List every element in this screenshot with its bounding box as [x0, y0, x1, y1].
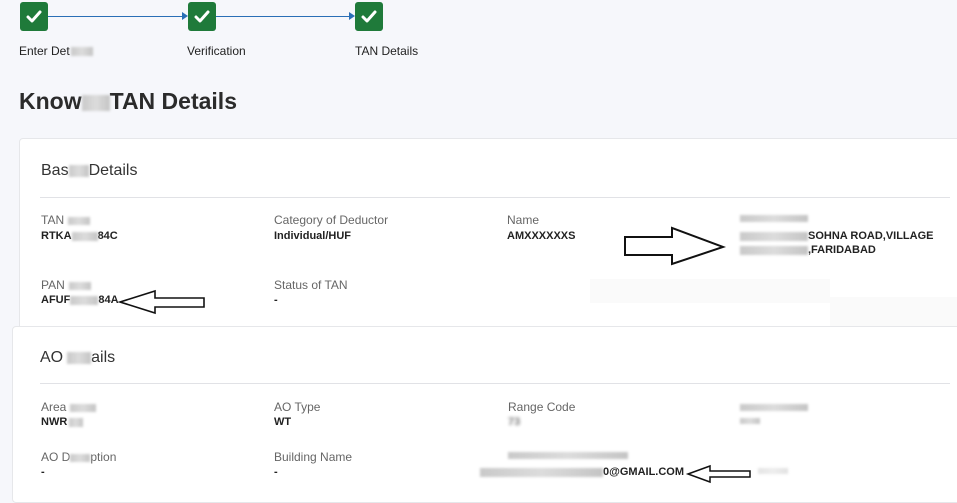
page-title: Know TAN Details [19, 88, 237, 114]
area-value: NWR [41, 416, 84, 428]
progress-stepper: Enter Det Verification TAN Details [0, 0, 957, 66]
step-label-enter-details: Enter Det [19, 44, 93, 58]
section-divider [40, 197, 950, 198]
building-name-label: Building Name [274, 450, 353, 464]
range-code-value: 73 [508, 416, 521, 428]
redaction [70, 453, 91, 462]
left-outline-arrow-icon [685, 464, 751, 484]
redaction [70, 47, 93, 57]
redaction [68, 281, 91, 290]
redaction [740, 231, 808, 241]
ao-details-heading: AO ails [40, 349, 116, 366]
step-2-complete-indicator [188, 2, 216, 31]
step-3-complete-indicator [355, 2, 383, 31]
range-code-label: Range Code [508, 400, 576, 414]
tan-label: TAN [41, 213, 91, 227]
redaction [81, 94, 110, 111]
step-label-tan-details: TAN Details [355, 44, 419, 58]
redaction [70, 403, 97, 412]
ao-type-value: WT [274, 416, 292, 428]
redaction [68, 216, 91, 225]
redaction [740, 245, 808, 255]
ao-details-card: AO ails Area NWR AO Type WT Range Code 73… [12, 326, 957, 503]
field-label-redaction [740, 404, 808, 411]
category-value: Individual/HUF [274, 230, 351, 242]
check-icon [194, 10, 210, 22]
step-connector-1 [48, 16, 184, 17]
redaction [71, 231, 98, 241]
ao-description-value: - [41, 466, 45, 478]
email-value: 0@GMAIL.COM [480, 466, 684, 478]
email-label-redaction [508, 452, 628, 459]
step-label-verification: Verification [187, 44, 246, 58]
right-outline-arrow-icon [624, 226, 727, 266]
name-value: AMXXXXXXS [507, 230, 576, 242]
step-1-complete-indicator [20, 2, 48, 31]
address-line-1: SOHNA ROAD,VILLAGE [740, 230, 934, 242]
check-icon [26, 10, 42, 22]
cropped-overlay [830, 297, 957, 327]
status-value: - [274, 294, 278, 306]
redaction [480, 467, 603, 477]
pan-value: AFUF 84A [41, 294, 119, 306]
redaction [70, 295, 99, 305]
redaction [69, 417, 84, 427]
ao-description-label: AO Dption [41, 450, 117, 464]
building-name-value: - [274, 466, 278, 478]
ao-type-label: AO Type [274, 400, 321, 414]
name-label: Name [507, 213, 540, 227]
address-line-2: ,FARIDABAD [740, 244, 876, 256]
field-value-redaction [758, 468, 788, 474]
category-label: Category of Deductor [274, 213, 389, 227]
left-outline-arrow-icon [117, 289, 205, 315]
area-label: Area [41, 400, 97, 414]
address-label-redaction [740, 215, 808, 222]
field-value-redaction [740, 418, 760, 424]
redaction [67, 351, 92, 364]
basic-details-heading: Bas Details [41, 162, 138, 179]
check-icon [361, 10, 377, 22]
status-label: Status of TAN [274, 278, 348, 292]
redaction [68, 164, 89, 177]
section-divider [40, 383, 950, 384]
pan-label: PAN [41, 278, 91, 292]
step-connector-2 [216, 16, 350, 17]
tan-value: RTKA 84C [41, 230, 118, 242]
cropped-overlay [590, 279, 830, 303]
